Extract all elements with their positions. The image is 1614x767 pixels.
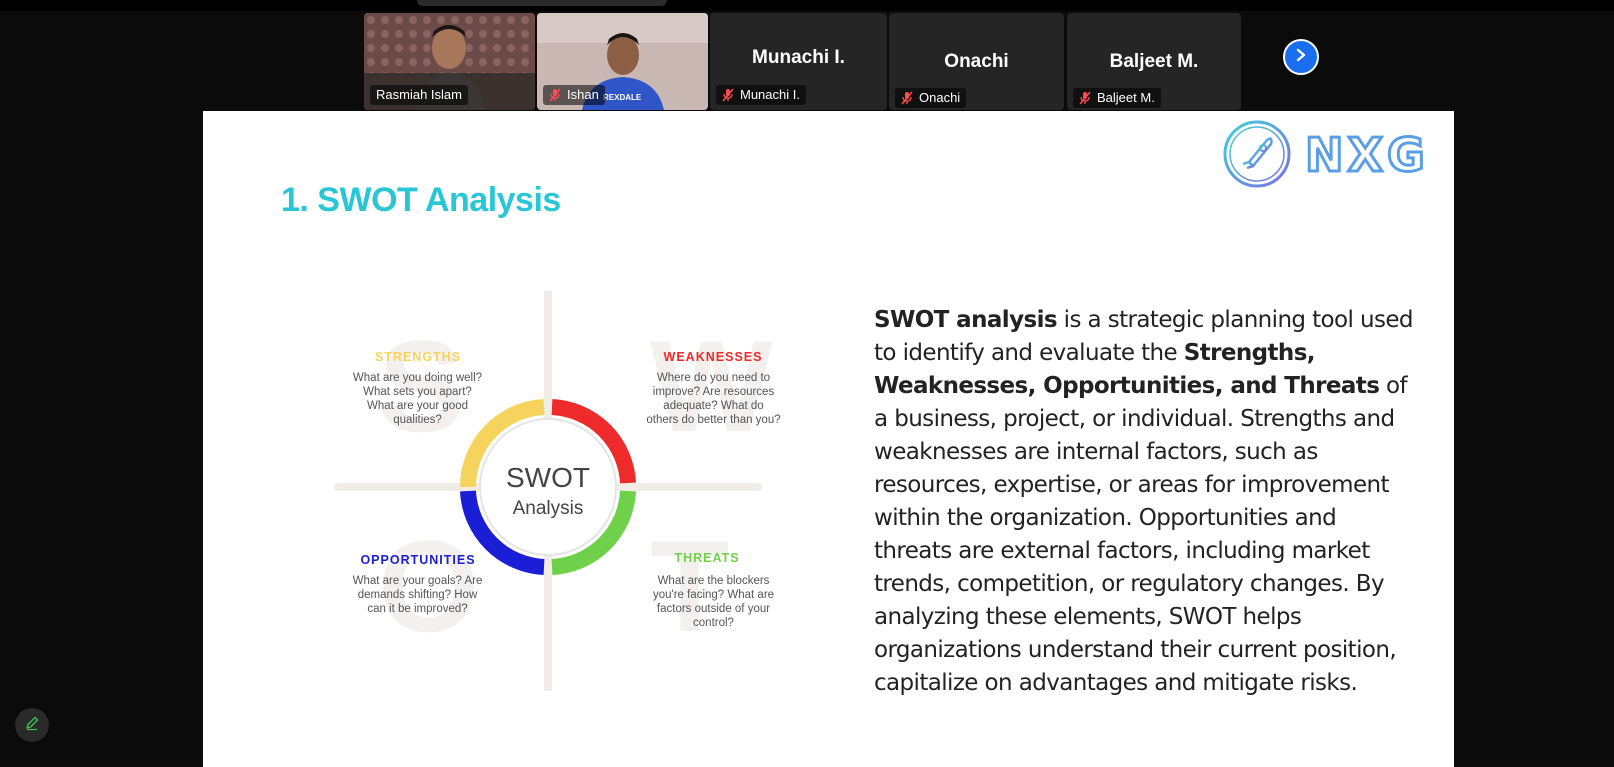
weaknesses-text: Where do you need to improve? Are resour… xyxy=(646,372,781,426)
swot-center-title: SWOT xyxy=(506,462,590,493)
weaknesses-heading: WEAKNESSES xyxy=(663,350,763,364)
participant-tile[interactable]: REXDALE Ishan xyxy=(537,13,708,110)
participant-name-tag: Rasmiah Islam xyxy=(370,85,468,105)
swot-description: SWOT analysis is a strategic planning to… xyxy=(874,304,1414,700)
participant-name-tag: Ishan xyxy=(543,85,605,105)
participant-name-tag: Munachi I. xyxy=(716,85,806,105)
next-participants-button[interactable] xyxy=(1283,39,1319,75)
toolbar-handle[interactable] xyxy=(417,0,667,6)
annotate-button[interactable] xyxy=(15,708,49,742)
swot-diagram: S W O T SWOT Analysis STRENGTHS What are… xyxy=(328,291,781,691)
participant-tile[interactable]: Rasmiah Islam xyxy=(364,13,535,110)
participant-name: Baljeet M. xyxy=(1097,90,1155,105)
participant-display-name: Onachi xyxy=(944,51,1009,72)
strengths-text: What are you doing well? What sets you a… xyxy=(352,372,483,426)
participant-name-tag: Baljeet M. xyxy=(1073,88,1161,108)
participant-tile[interactable]: Baljeet M. Baljeet M. xyxy=(1067,13,1241,110)
mic-muted-icon xyxy=(1079,91,1091,105)
shared-slide: 1. SWOT Analysis NXG S W O T SWOT Analys… xyxy=(203,111,1454,767)
slide-title: 1. SWOT Analysis xyxy=(281,181,561,219)
top-bar xyxy=(0,0,1614,11)
participant-display-name: Munachi I. xyxy=(752,47,845,68)
mic-muted-icon xyxy=(722,88,734,102)
participant-display-name: Baljeet M. xyxy=(1109,51,1199,72)
participant-name: Rasmiah Islam xyxy=(376,87,462,102)
description-bold-term: SWOT analysis xyxy=(874,307,1058,333)
participant-name-tag: Onachi xyxy=(895,88,967,108)
participant-name: Munachi I. xyxy=(740,87,800,102)
mic-muted-icon xyxy=(901,91,913,105)
nxg-logo: NXG xyxy=(1221,118,1446,190)
rocket-icon xyxy=(1223,120,1291,188)
opportunities-text: What are your goals? Are demands shiftin… xyxy=(352,575,483,615)
shirt-logo: REXDALE xyxy=(603,93,642,102)
participant-tile[interactable]: Onachi Onachi xyxy=(889,13,1064,110)
swot-center-subtitle: Analysis xyxy=(512,498,584,519)
threats-heading: THREATS xyxy=(674,551,740,565)
mic-muted-icon xyxy=(549,88,561,102)
opportunities-heading: OPPORTUNITIES xyxy=(360,553,476,567)
logo-text: NXG xyxy=(1304,127,1429,184)
description-text: of a business, project, or individual. S… xyxy=(874,373,1408,696)
pencil-icon xyxy=(24,715,40,736)
participant-tile[interactable]: Munachi I. Munachi I. xyxy=(710,13,887,110)
chevron-right-icon xyxy=(1294,48,1308,67)
participant-name: Onachi xyxy=(919,90,961,105)
threats-text: What are the blockers you're facing? Wha… xyxy=(652,575,775,629)
participant-name: Ishan xyxy=(567,87,599,102)
strengths-heading: STRENGTHS xyxy=(374,350,462,364)
